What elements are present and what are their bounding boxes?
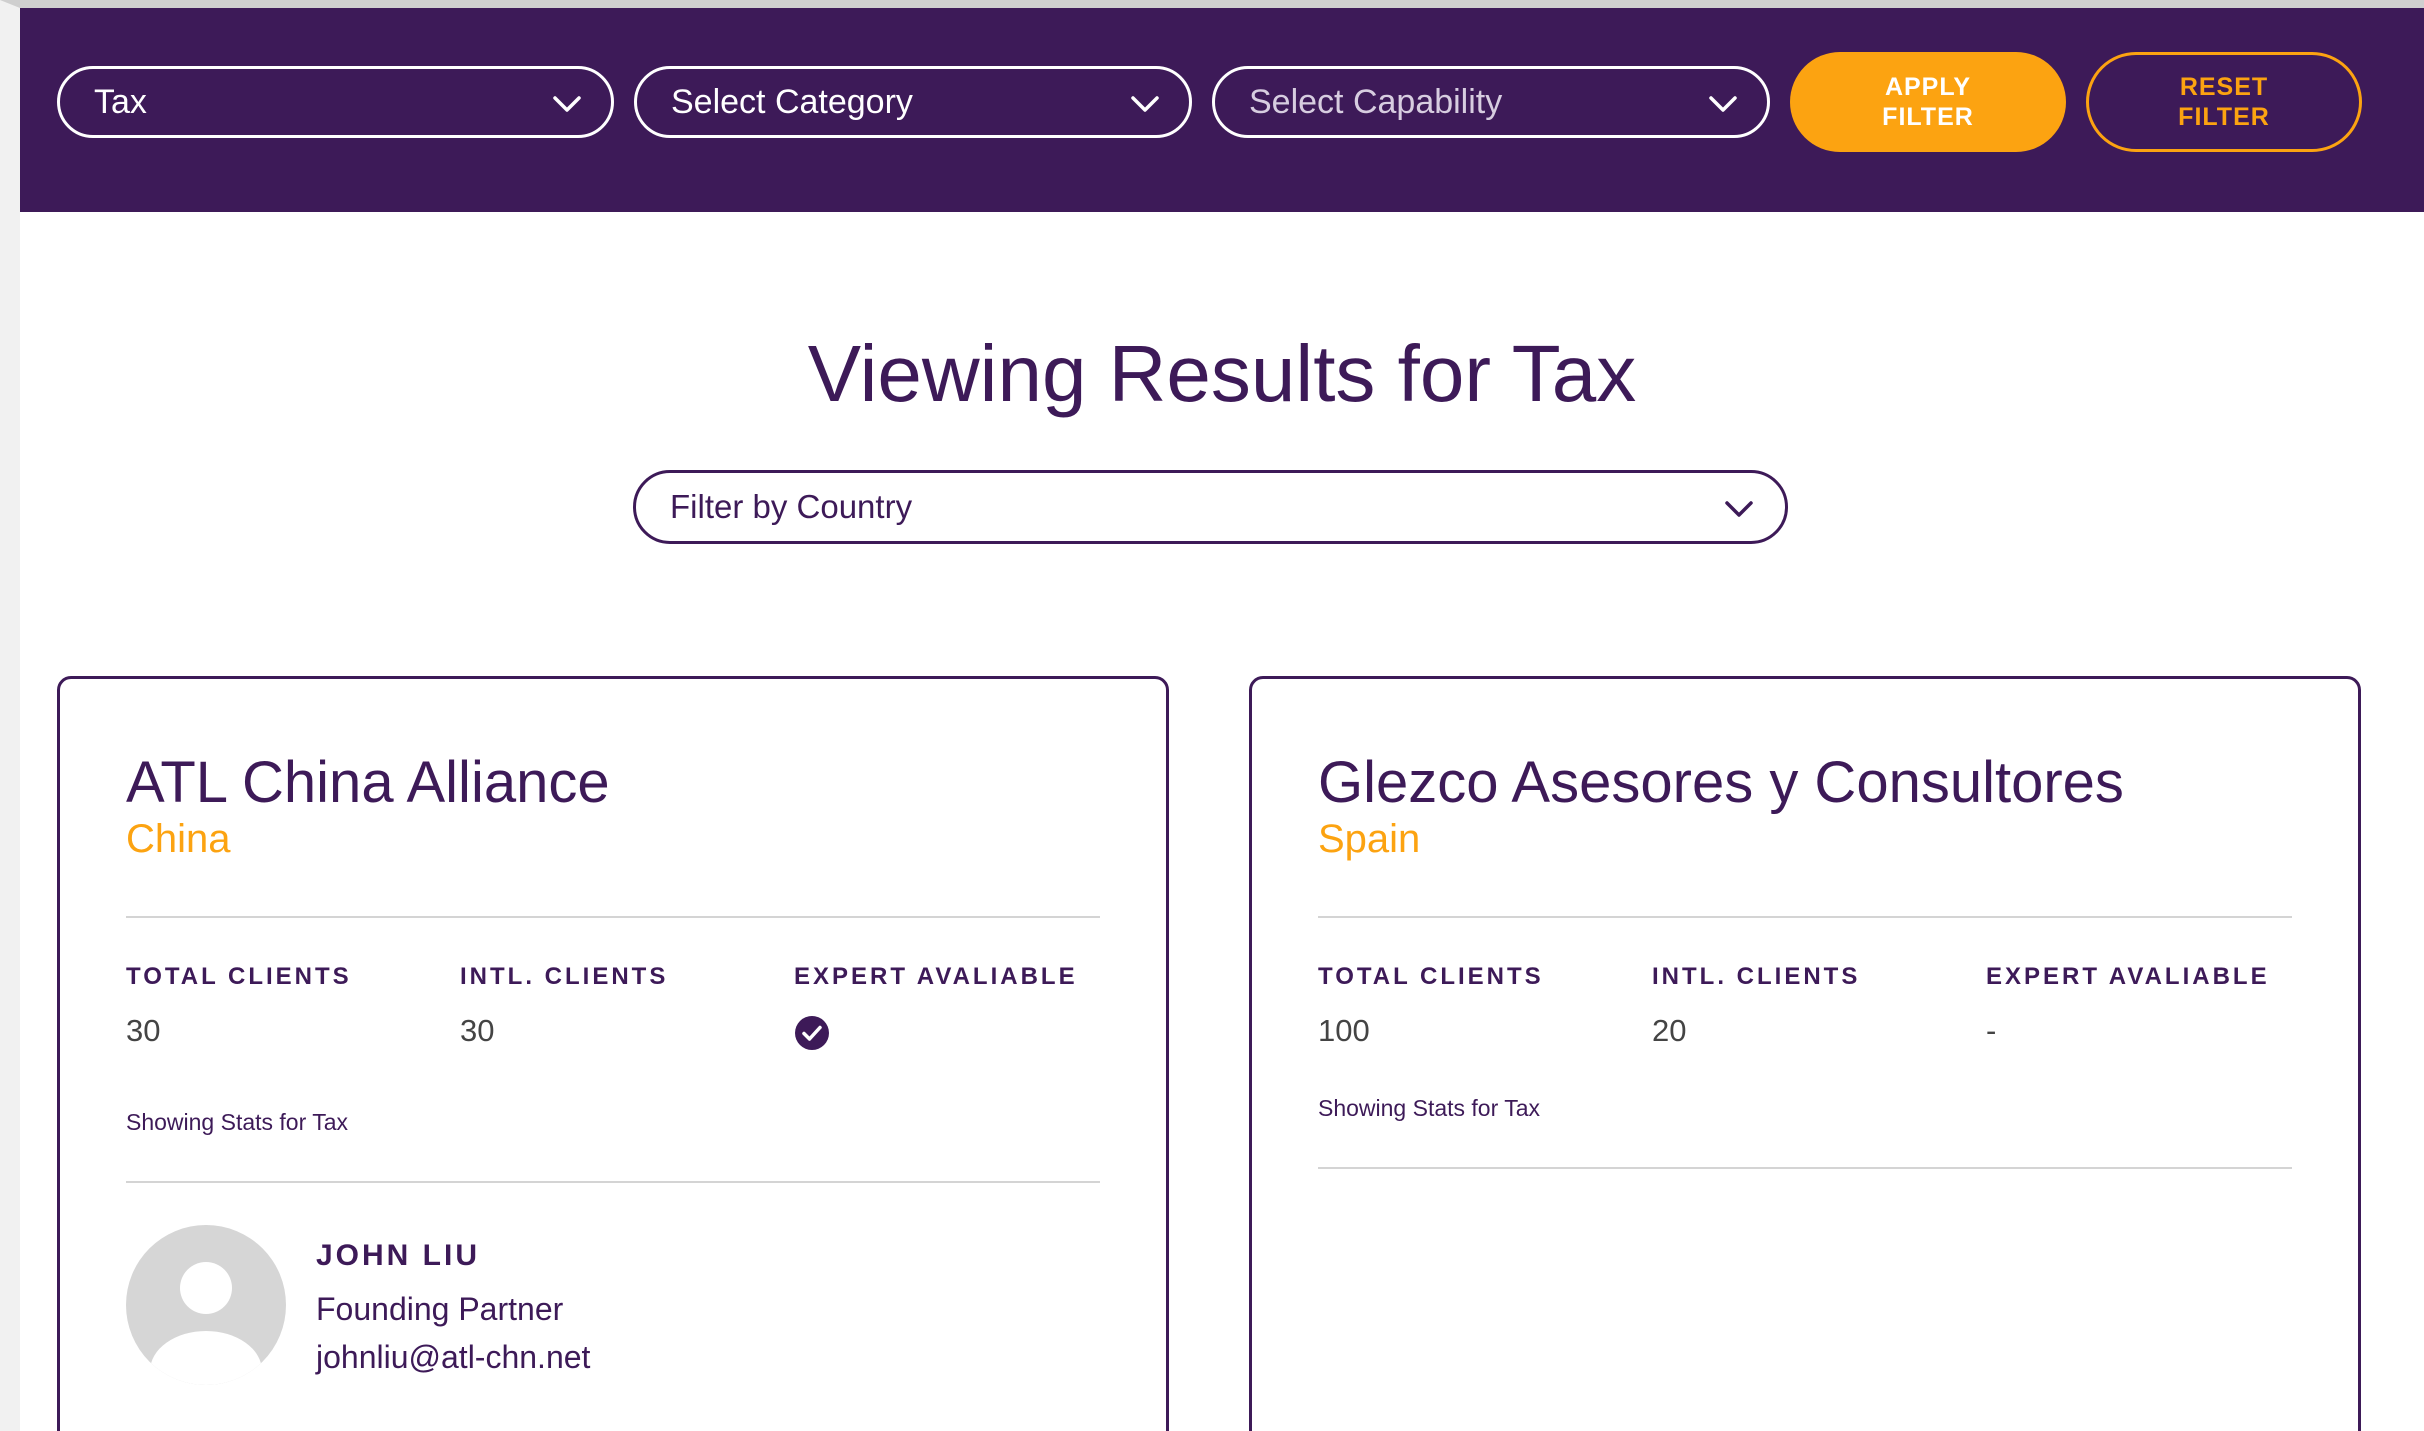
check-circle-icon [795, 1016, 829, 1050]
divider [126, 916, 1100, 918]
stat-label-expert-available: EXPERT AVALIABLE [1986, 963, 2270, 990]
results-heading: Viewing Results for Tax [807, 329, 1637, 418]
firm-country: China [126, 817, 231, 861]
page: Tax Select Category Select Capability AP… [0, 0, 2424, 1431]
divider [1318, 916, 2292, 918]
stat-value-intl-clients: 30 [460, 1013, 495, 1048]
chevron-down-icon [1725, 501, 1753, 517]
reset-filter-button[interactable]: RESET FILTER [2086, 52, 2362, 152]
stat-value-total-clients: 30 [126, 1013, 161, 1048]
firm-country: Spain [1318, 817, 1421, 861]
stat-label-expert-available: EXPERT AVALIABLE [794, 963, 1078, 990]
firm-card[interactable]: Glezco Asesores y Consultores Spain TOTA… [1249, 676, 2361, 1431]
chevron-down-icon [553, 96, 581, 112]
service-select-value: Tax [94, 82, 147, 121]
category-select-placeholder: Select Category [671, 82, 913, 121]
stats-note: Showing Stats for Tax [126, 1109, 349, 1135]
divider [1318, 1167, 2292, 1169]
contact-name: JOHN LIU [316, 1239, 481, 1272]
user-avatar-placeholder-icon [126, 1225, 286, 1385]
filter-bar: Tax Select Category Select Capability AP… [20, 8, 2424, 212]
service-select[interactable]: Tax [57, 66, 614, 138]
firm-name: Glezco Asesores y Consultores [1318, 750, 2124, 815]
category-select[interactable]: Select Category [634, 66, 1192, 138]
capability-select-placeholder: Select Capability [1249, 82, 1503, 121]
stat-label-intl-clients: INTL. CLIENTS [1652, 963, 1861, 990]
stat-label-total-clients: TOTAL CLIENTS [1318, 963, 1544, 990]
apply-filter-button[interactable]: APPLY FILTER [1790, 52, 2066, 152]
capability-select[interactable]: Select Capability [1212, 66, 1770, 138]
stat-label-total-clients: TOTAL CLIENTS [126, 963, 352, 990]
chevron-down-icon [1709, 96, 1737, 112]
contact-title: Founding Partner [316, 1291, 564, 1327]
stats-note: Showing Stats for Tax [1318, 1095, 1541, 1121]
divider [126, 1181, 1100, 1183]
stat-label-intl-clients: INTL. CLIENTS [460, 963, 669, 990]
stat-value-total-clients: 100 [1318, 1013, 1370, 1048]
chevron-down-icon [1131, 96, 1159, 112]
stat-value-intl-clients: 20 [1652, 1013, 1687, 1048]
stat-value-expert-available: - [1986, 1013, 1997, 1048]
country-filter-select[interactable]: Filter by Country [633, 470, 1788, 544]
country-filter-placeholder: Filter by Country [670, 488, 913, 525]
firm-name: ATL China Alliance [126, 750, 610, 815]
firm-card[interactable]: ATL China Alliance China TOTAL CLIENTS I… [57, 676, 1169, 1431]
contact-email-link[interactable]: johnliu@atl-chn.net [316, 1339, 590, 1376]
